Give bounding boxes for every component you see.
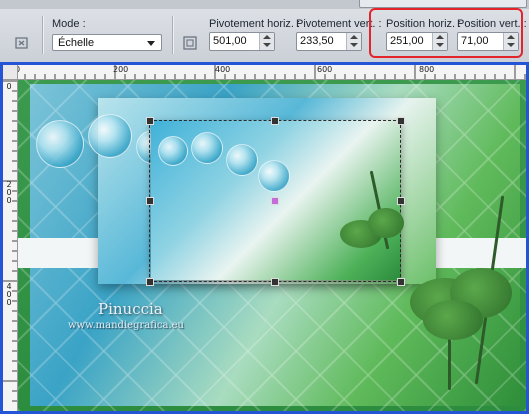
arrow-up-icon[interactable] <box>436 35 444 39</box>
pivot-h-value: 501,00 <box>213 35 247 47</box>
transform-handle[interactable] <box>146 278 154 286</box>
position-h-label: Position horiz. : <box>386 18 462 30</box>
ruler-corner <box>3 65 18 80</box>
canvas-image[interactable]: Pinuccia www.mandiegrafica.eu <box>18 80 526 411</box>
pivot-v-field[interactable]: 233,50 <box>296 32 362 51</box>
position-v-value: 71,00 <box>461 35 489 47</box>
arrow-down-icon[interactable] <box>507 43 515 47</box>
bubble-decoration <box>36 120 84 168</box>
transform-handle[interactable] <box>271 117 279 125</box>
tool-options-bar: Mode : Échelle Pivotement horiz. : 501,0… <box>0 0 529 63</box>
transform-handle[interactable] <box>271 278 279 286</box>
pivot-point-handle[interactable] <box>271 197 279 205</box>
arrow-down-icon[interactable] <box>263 43 271 47</box>
arrow-down-icon[interactable] <box>436 43 444 47</box>
mode-select[interactable]: Échelle <box>52 34 162 51</box>
transform-handle[interactable] <box>146 117 154 125</box>
pivot-h-label: Pivotement horiz. : <box>209 18 301 30</box>
pivot-v-value: 233,50 <box>300 35 334 47</box>
transform-handle[interactable] <box>397 117 405 125</box>
horizontal-ruler[interactable]: 0 200 400 600 800 <box>3 65 526 80</box>
mode-label: Mode : <box>52 18 86 30</box>
chevron-down-icon <box>147 41 155 46</box>
mode-select-value: Échelle <box>58 37 95 49</box>
watermark-url: www.mandiegrafica.eu <box>68 320 184 331</box>
position-h-field[interactable]: 251,00 <box>386 32 448 51</box>
position-v-field[interactable]: 71,00 <box>457 32 519 51</box>
separator <box>42 16 44 54</box>
top-dropdown-edge[interactable] <box>359 0 527 8</box>
transform-handle[interactable] <box>397 278 405 286</box>
arrow-up-icon[interactable] <box>263 35 271 39</box>
watermark-title: Pinuccia <box>98 300 163 318</box>
bubble-decoration <box>88 114 132 158</box>
move-tool-icon[interactable] <box>12 33 32 53</box>
pivot-h-field[interactable]: 501,00 <box>209 32 275 51</box>
transform-handle[interactable] <box>146 197 154 205</box>
arrow-up-icon[interactable] <box>507 35 515 39</box>
pivot-icon[interactable] <box>180 33 200 53</box>
position-v-label: Position vert. : <box>457 18 527 30</box>
arrow-down-icon[interactable] <box>350 43 358 47</box>
position-h-value: 251,00 <box>390 35 424 47</box>
arrow-up-icon[interactable] <box>350 35 358 39</box>
position-v-stepper[interactable] <box>503 33 518 50</box>
separator <box>172 16 174 54</box>
leaf-decoration <box>368 208 404 238</box>
pivot-h-stepper[interactable] <box>259 33 274 50</box>
position-h-stepper[interactable] <box>432 33 447 50</box>
transform-handle[interactable] <box>397 197 405 205</box>
leaf-decoration <box>423 300 483 340</box>
pivot-v-stepper[interactable] <box>346 33 361 50</box>
vertical-ruler[interactable]: 0 2 0 0 4 0 0 <box>3 79 18 411</box>
ruler-ticks <box>3 80 17 402</box>
ruler-ticks <box>14 65 526 79</box>
